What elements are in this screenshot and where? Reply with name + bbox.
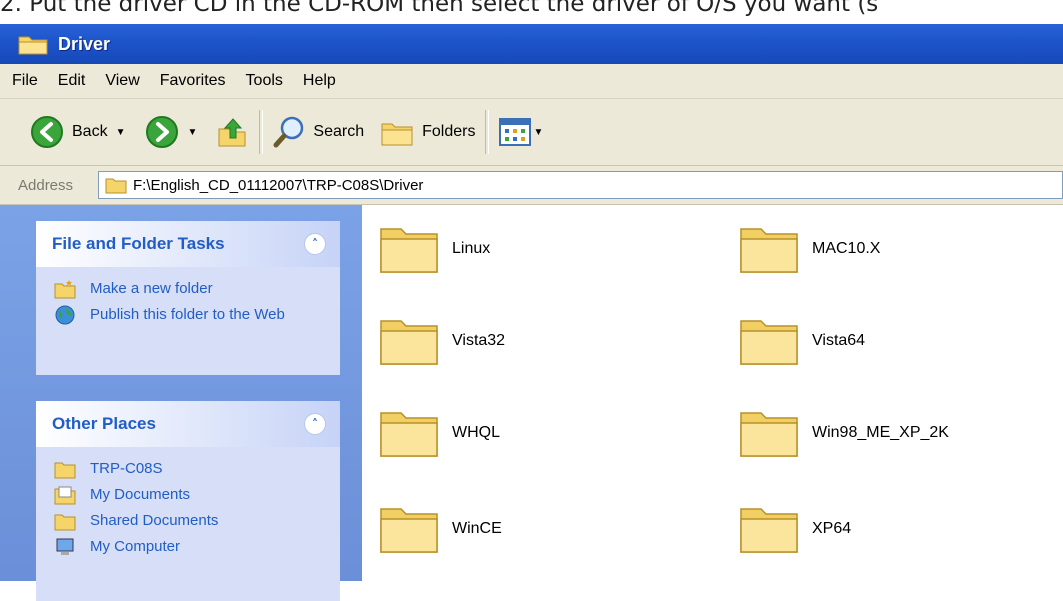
- menu-favorites[interactable]: Favorites: [150, 72, 236, 90]
- folder-item-xp64[interactable]: XP64: [738, 503, 851, 555]
- forward-dropdown-icon[interactable]: ▼: [187, 127, 197, 138]
- folder-item-vista32[interactable]: Vista32: [378, 315, 505, 367]
- forward-button[interactable]: ▼: [145, 115, 197, 149]
- task-pane: File and Folder Tasks ˄ Make a new folde…: [0, 205, 362, 601]
- folder-item-vista64[interactable]: Vista64: [738, 315, 865, 367]
- address-label: Address: [18, 176, 74, 194]
- file-folder-tasks-panel: File and Folder Tasks ˄ Make a new folde…: [36, 221, 340, 375]
- folder-label: Vista64: [812, 332, 866, 349]
- panel-title: File and Folder Tasks: [52, 234, 225, 253]
- task-label: Make a new folder: [90, 280, 213, 297]
- folder-icon: [18, 36, 48, 55]
- views-dropdown-icon[interactable]: ▼: [533, 127, 543, 138]
- task-label: Publish this folder to the Web: [90, 306, 285, 323]
- folder-icon: [105, 178, 127, 194]
- other-places-panel: Other Places ˄ TRP-C08S My Documents Sha…: [36, 401, 340, 601]
- folder-icon: [740, 508, 798, 553]
- menu-edit[interactable]: Edit: [48, 72, 96, 90]
- folder-label: Vista32: [452, 332, 506, 349]
- up-folder-button[interactable]: [215, 115, 249, 149]
- folder-icon: [54, 462, 76, 479]
- folder-icon: [380, 228, 438, 273]
- back-arrow-icon: [31, 116, 63, 148]
- menu-tools[interactable]: Tools: [236, 72, 293, 90]
- forward-arrow-icon: [146, 116, 179, 148]
- folder-item-whql[interactable]: WHQL: [378, 407, 500, 459]
- place-label: Shared Documents: [90, 512, 219, 529]
- place-label: My Computer: [90, 538, 181, 555]
- folder-label: MAC10.X: [812, 240, 881, 257]
- address-field[interactable]: F:\English_CD_01112007\TRP-C08S\Driver: [98, 171, 1063, 199]
- panel-title: Other Places: [52, 414, 156, 433]
- instruction-caption: 2. Put the driver CD in the CD-ROM then …: [0, 0, 1063, 18]
- globe-icon: [55, 305, 75, 325]
- place-shared-documents[interactable]: Shared Documents: [54, 511, 340, 531]
- folder-view: Linux MAC10.X Vista32 Vista64 WHQL Win98…: [362, 205, 1063, 581]
- folder-label: Win98_ME_XP_2K: [812, 424, 949, 441]
- place-my-computer[interactable]: My Computer: [54, 537, 340, 557]
- folder-item-mac10x[interactable]: MAC10.X: [738, 223, 880, 275]
- new-folder-icon: [54, 280, 76, 299]
- folder-item-linux[interactable]: Linux: [378, 223, 490, 275]
- documents-icon: [54, 486, 76, 505]
- menu-file[interactable]: File: [0, 72, 48, 90]
- menu-view[interactable]: View: [95, 72, 149, 90]
- panel-header[interactable]: Other Places ˄: [36, 401, 340, 447]
- task-publish-folder[interactable]: Publish this folder to the Web: [54, 305, 340, 325]
- folder-icon: [380, 320, 438, 365]
- standard-toolbar: Back ▼ ▼ Search Folders ▼: [0, 99, 1063, 166]
- search-label: Search: [313, 123, 365, 140]
- views-button[interactable]: ▼: [499, 118, 543, 146]
- folders-label: Folders: [422, 123, 476, 140]
- folder-label: WHQL: [452, 424, 500, 441]
- folders-button[interactable]: Folders: [380, 116, 475, 148]
- up-folder-icon: [218, 118, 246, 147]
- back-dropdown-icon[interactable]: ▼: [116, 127, 126, 138]
- folder-item-win98-me-xp-2k[interactable]: Win98_ME_XP_2K: [738, 407, 949, 459]
- shared-folder-icon: [54, 514, 76, 531]
- toolbar-separator: [259, 110, 264, 154]
- folder-label: XP64: [812, 520, 852, 537]
- search-icon: [273, 116, 304, 148]
- search-button[interactable]: Search: [273, 115, 364, 149]
- folder-label: Linux: [452, 240, 491, 257]
- place-trp-c08s[interactable]: TRP-C08S: [54, 459, 340, 479]
- place-my-documents[interactable]: My Documents: [54, 485, 340, 505]
- collapse-icon[interactable]: ˄: [304, 413, 326, 435]
- place-label: My Documents: [90, 486, 191, 503]
- folders-icon: [381, 123, 413, 146]
- folder-icon: [740, 412, 798, 457]
- address-bar: Address F:\English_CD_01112007\TRP-C08S\…: [0, 166, 1063, 205]
- window-title: Driver: [58, 33, 111, 54]
- folder-icon: [380, 508, 438, 553]
- toolbar-separator: [485, 110, 490, 154]
- menu-bar: File Edit View Favorites Tools Help: [0, 64, 1063, 99]
- collapse-icon[interactable]: ˄: [304, 233, 326, 255]
- views-icon: [499, 118, 532, 146]
- folder-label: WinCE: [452, 520, 502, 537]
- folder-item-wince[interactable]: WinCE: [378, 503, 502, 555]
- folder-icon: [740, 320, 798, 365]
- address-path: F:\English_CD_01112007\TRP-C08S\Driver: [133, 176, 424, 194]
- panel-header[interactable]: File and Folder Tasks ˄: [36, 221, 340, 267]
- place-label: TRP-C08S: [90, 460, 163, 477]
- folder-icon: [740, 228, 798, 273]
- computer-icon: [56, 538, 74, 555]
- task-make-new-folder[interactable]: Make a new folder: [54, 279, 340, 299]
- folder-icon: [380, 412, 438, 457]
- menu-help[interactable]: Help: [293, 72, 346, 90]
- window-titlebar[interactable]: Driver: [0, 24, 1063, 64]
- back-button[interactable]: Back ▼: [30, 115, 125, 149]
- back-label: Back: [72, 123, 108, 140]
